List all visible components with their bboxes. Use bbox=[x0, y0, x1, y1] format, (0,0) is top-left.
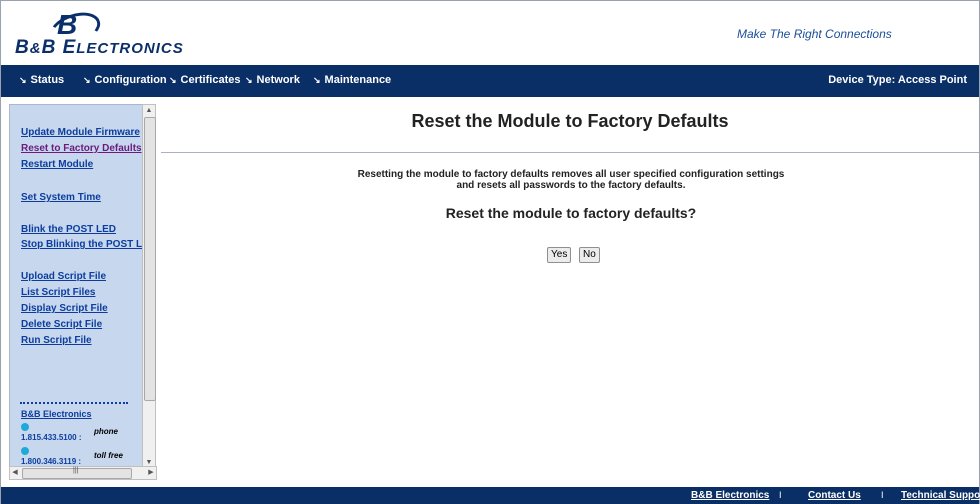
phone-icon bbox=[21, 423, 29, 431]
footer-separator: I bbox=[779, 490, 782, 500]
nav-label: Network bbox=[256, 74, 300, 86]
scroll-up-icon[interactable]: ▲ bbox=[143, 105, 155, 117]
nav-certificates[interactable]: ↘ Certificates bbox=[169, 74, 240, 86]
sidebar-item-list-scripts[interactable]: List Script Files bbox=[21, 287, 95, 298]
main-nav: ↘ Status ↘ Configuration ↘ Certificates ↘ Ne… bbox=[1, 65, 979, 97]
tagline: Make The Right Connections bbox=[737, 27, 892, 41]
nav-label: Maintenance bbox=[324, 74, 392, 86]
confirm-question: Reset the module to factory defaults? bbox=[445, 205, 697, 221]
sidebar-item-set-system-time[interactable]: Set System Time bbox=[21, 192, 101, 203]
phone-number: 1.815.433.5100 : bbox=[21, 433, 82, 442]
sidebar-vertical-scrollbar[interactable]: ▲ ▼ bbox=[142, 104, 156, 470]
sidebar-item-stop-blinking-post-led[interactable]: Stop Blinking the POST LED bbox=[21, 239, 142, 250]
grip-icon: ||| bbox=[73, 467, 79, 474]
phone-icon bbox=[21, 447, 29, 455]
phone-label: phone bbox=[94, 427, 118, 436]
chevron-down-icon: ↘ bbox=[83, 75, 91, 85]
toll-free-label: toll free bbox=[94, 451, 123, 460]
sidebar-item-display-script[interactable]: Display Script File bbox=[21, 303, 108, 314]
sidebar-item-delete-script[interactable]: Delete Script File bbox=[21, 319, 102, 330]
sidebar: Update Module Firmware Reset to Factory … bbox=[9, 104, 143, 470]
nav-label: Status bbox=[30, 74, 65, 86]
bb-logo[interactable]: B B&B ELECTRONICS bbox=[13, 6, 193, 59]
scroll-thumb[interactable] bbox=[144, 117, 156, 401]
yes-button[interactable]: Yes bbox=[547, 247, 572, 263]
footer-separator: I bbox=[881, 490, 884, 500]
logo-wordmark: B&B ELECTRONICS bbox=[15, 37, 184, 58]
chevron-down-icon: ↘ bbox=[169, 75, 177, 85]
nav-label: Configuration bbox=[94, 74, 167, 86]
sidebar-item-run-script[interactable]: Run Script File bbox=[21, 335, 92, 346]
company-link[interactable]: B&B Electronics bbox=[21, 409, 92, 419]
nav-status[interactable]: ↘ Status bbox=[19, 74, 64, 86]
sidebar-item-blink-post-led[interactable]: Blink the POST LED bbox=[21, 224, 116, 235]
reset-description: Resetting the module to factory defaults… bbox=[357, 169, 785, 191]
scroll-thumb[interactable]: ||| bbox=[22, 467, 132, 479]
sidebar-item-restart-module[interactable]: Restart Module bbox=[21, 159, 93, 170]
sidebar-horizontal-scrollbar[interactable]: ◀ ||| ▶ bbox=[9, 466, 157, 480]
no-button[interactable]: No bbox=[579, 247, 600, 263]
scroll-left-icon[interactable]: ◀ bbox=[10, 467, 20, 479]
sidebar-item-update-firmware[interactable]: Update Module Firmware bbox=[21, 127, 140, 138]
scroll-right-icon[interactable]: ▶ bbox=[146, 467, 156, 479]
sidebar-item-reset-factory-defaults[interactable]: Reset to Factory Defaults bbox=[21, 143, 142, 154]
title-divider bbox=[161, 152, 979, 153]
footer-link-contact[interactable]: Contact Us bbox=[808, 490, 861, 501]
nav-label: Certificates bbox=[180, 74, 241, 86]
chevron-down-icon: ↘ bbox=[313, 75, 321, 85]
chevron-down-icon: ↘ bbox=[19, 75, 27, 85]
page-title: Reset the Module to Factory Defaults bbox=[411, 111, 729, 131]
footer-link-company[interactable]: B&B Electronics bbox=[691, 490, 769, 501]
page-header: B B&B ELECTRONICS Make The Right Connect… bbox=[1, 1, 979, 65]
footer-link-support[interactable]: Technical Support bbox=[901, 490, 980, 501]
divider bbox=[20, 402, 128, 404]
nav-network[interactable]: ↘ Network bbox=[245, 74, 300, 86]
page-footer: B&B Electronics I Contact Us I Technical… bbox=[1, 487, 980, 504]
browser-frame: B B&B ELECTRONICS Make The Right Connect… bbox=[0, 0, 980, 504]
sidebar-item-upload-script[interactable]: Upload Script File bbox=[21, 271, 106, 282]
nav-configuration[interactable]: ↘ Configuration bbox=[83, 74, 167, 86]
chevron-down-icon: ↘ bbox=[245, 75, 253, 85]
device-type: Device Type: Access Point bbox=[828, 74, 967, 86]
toll-free-number: 1.800.346.3119 : bbox=[21, 457, 82, 466]
nav-maintenance[interactable]: ↘ Maintenance bbox=[313, 74, 391, 86]
